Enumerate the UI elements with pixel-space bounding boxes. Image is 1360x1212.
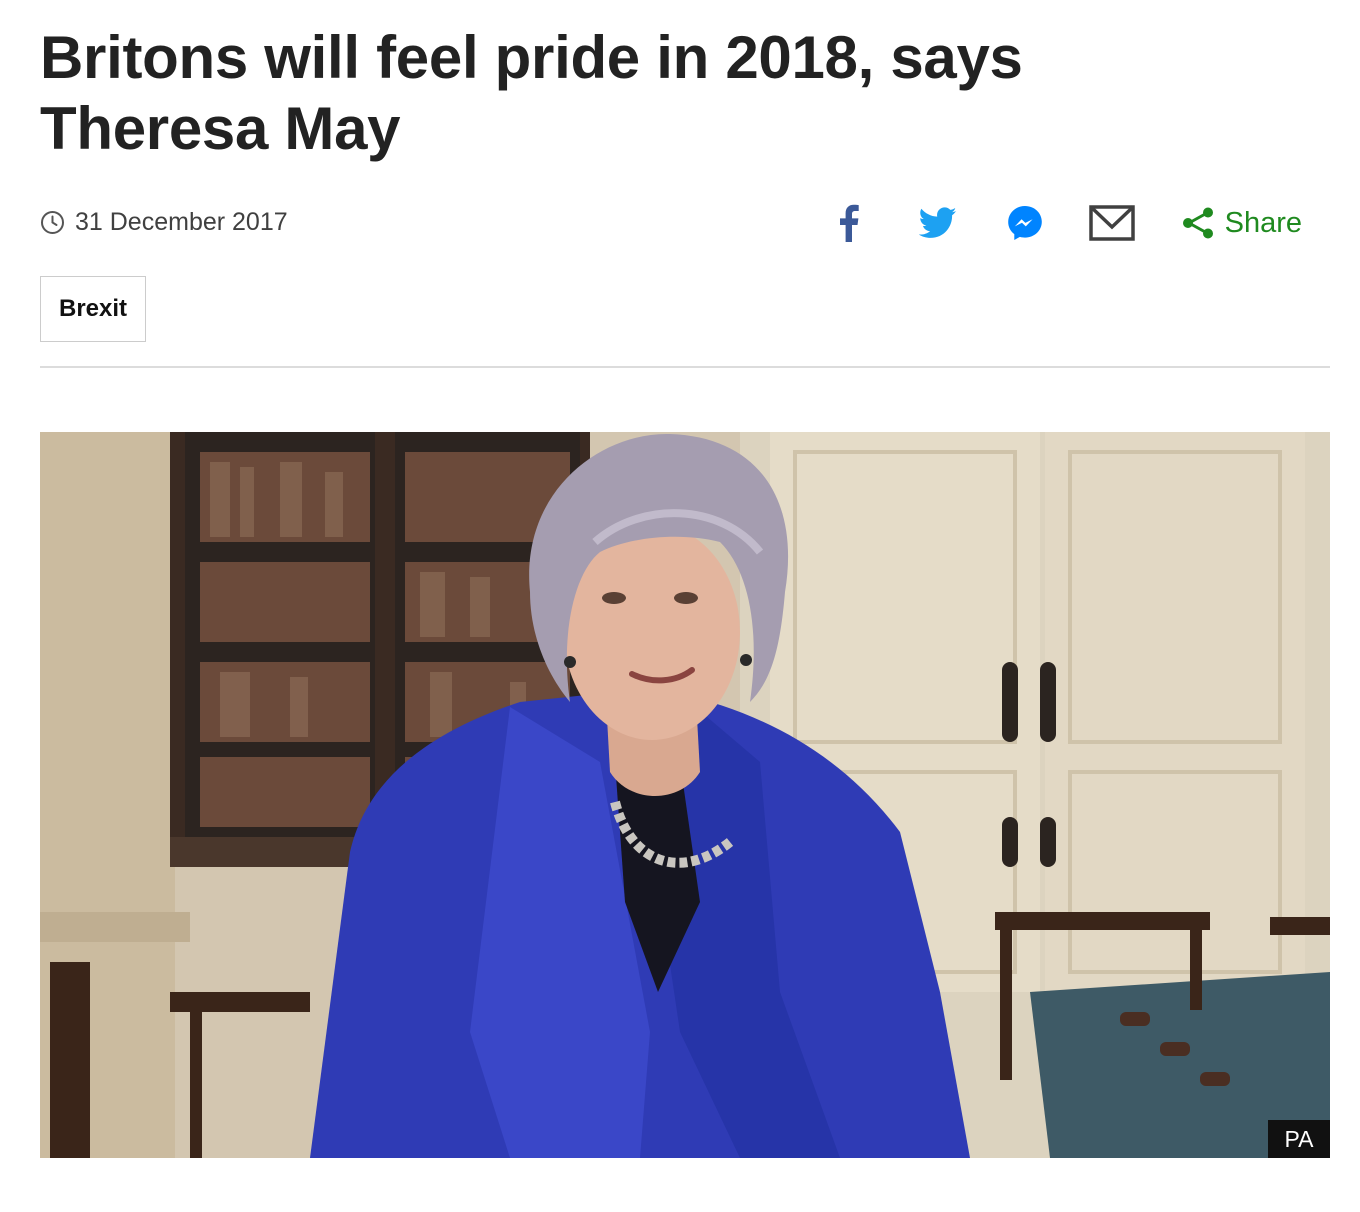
article-photo: PA bbox=[40, 432, 1330, 1158]
share-tools: Share bbox=[829, 198, 1302, 248]
facebook-share-button[interactable] bbox=[829, 204, 869, 242]
twitter-share-button[interactable] bbox=[917, 207, 959, 239]
photo-image bbox=[40, 432, 1330, 1158]
article-meta: 31 December 2017 Share bbox=[40, 198, 1330, 248]
photo-credit: PA bbox=[1268, 1120, 1330, 1158]
date-text: 31 December 2017 bbox=[75, 208, 288, 236]
publish-date: 31 December 2017 bbox=[40, 208, 288, 237]
headline: Britons will feel pride in 2018, says Th… bbox=[40, 24, 1023, 162]
share-icon bbox=[1182, 207, 1213, 239]
topic-tag-brexit[interactable]: Brexit bbox=[40, 276, 146, 342]
share-label: Share bbox=[1224, 206, 1302, 239]
email-share-button[interactable] bbox=[1088, 205, 1135, 241]
divider bbox=[40, 366, 1330, 368]
share-button[interactable]: Share bbox=[1181, 206, 1302, 240]
messenger-share-button[interactable] bbox=[1005, 204, 1045, 242]
messenger-icon bbox=[1007, 206, 1042, 240]
email-icon bbox=[1088, 205, 1135, 241]
clock-icon bbox=[40, 210, 65, 235]
twitter-icon bbox=[918, 207, 956, 238]
facebook-icon bbox=[839, 204, 859, 242]
